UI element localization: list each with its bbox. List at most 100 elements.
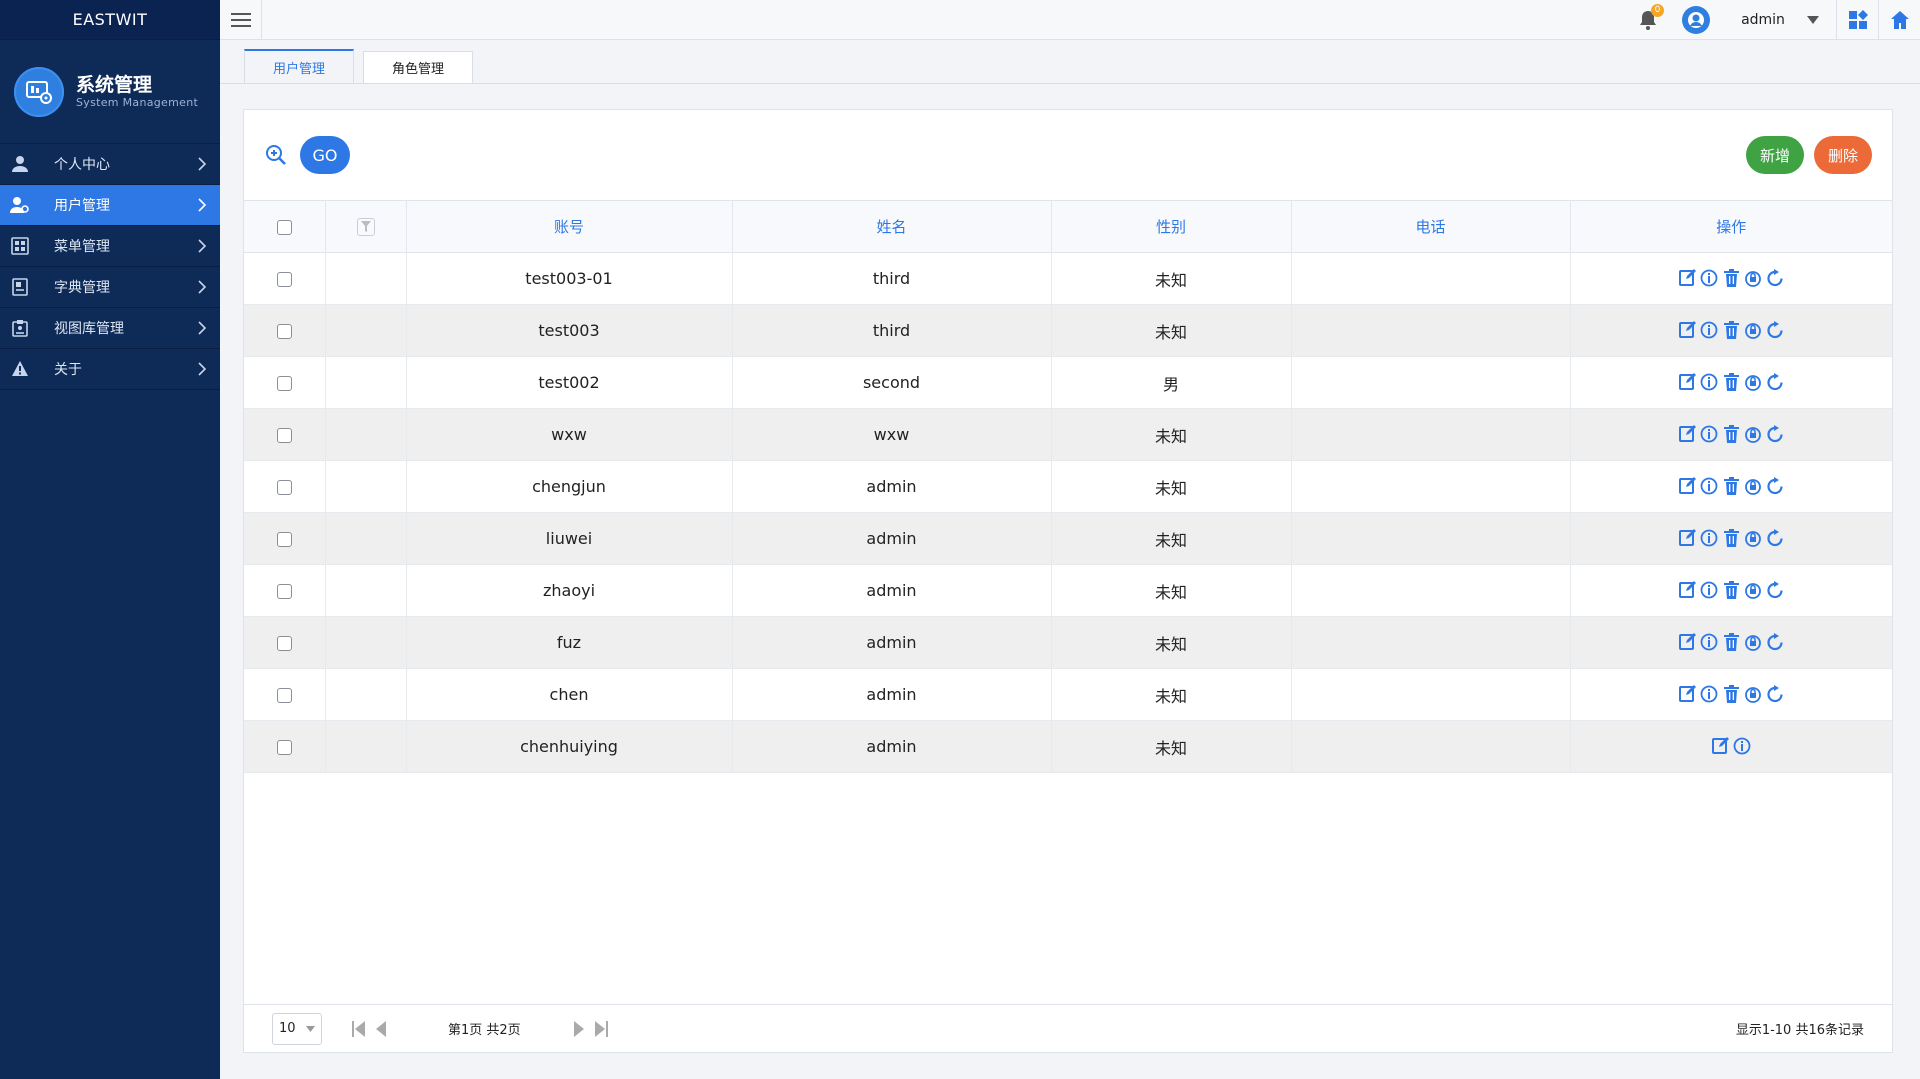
last-page-button[interactable] [590, 1017, 612, 1041]
edit-action-button[interactable] [1678, 475, 1697, 497]
reset-password-action-button[interactable] [1744, 631, 1763, 653]
refresh-action-button[interactable] [1766, 683, 1785, 705]
filter-icon[interactable] [356, 217, 375, 236]
edit-action-button[interactable] [1678, 423, 1697, 445]
avatar[interactable] [1682, 6, 1710, 34]
edit-action-button[interactable] [1678, 631, 1697, 653]
info-action-button[interactable] [1700, 475, 1719, 497]
info-action-button[interactable] [1700, 631, 1719, 653]
edit-action-button[interactable] [1678, 267, 1697, 289]
delete-action-button[interactable] [1722, 527, 1741, 549]
delete-button[interactable]: 删除 [1813, 136, 1872, 174]
reset-password-action-button[interactable] [1744, 371, 1763, 393]
reset-password-action-button[interactable] [1744, 579, 1763, 601]
info-action-button[interactable] [1700, 267, 1719, 289]
app-switcher-button[interactable] [1836, 0, 1878, 40]
previous-page-button[interactable] [370, 1017, 392, 1041]
delete-action-button[interactable] [1722, 267, 1741, 289]
reset-password-action-button[interactable] [1744, 475, 1763, 497]
reset-password-action-button[interactable] [1744, 683, 1763, 705]
info-icon [1700, 321, 1718, 339]
tab-user-management[interactable]: 用户管理 [244, 49, 355, 83]
row-checkbox[interactable] [276, 688, 292, 703]
column-header-phone[interactable]: 电话 [1291, 200, 1571, 253]
delete-action-button[interactable] [1722, 579, 1741, 601]
column-header-account[interactable]: 账号 [406, 200, 733, 253]
info-action-button[interactable] [1700, 579, 1719, 601]
info-action-button[interactable] [1733, 735, 1752, 757]
refresh-action-button[interactable] [1766, 579, 1785, 601]
info-action-button[interactable] [1700, 319, 1719, 341]
delete-action-button[interactable] [1722, 683, 1741, 705]
table-row[interactable]: chen admin 未知 [244, 668, 1892, 721]
table-row[interactable]: wxw wxw 未知 [244, 408, 1892, 461]
info-action-button[interactable] [1700, 527, 1719, 549]
row-checkbox[interactable] [276, 480, 292, 495]
edit-action-button[interactable] [1678, 579, 1697, 601]
add-button[interactable]: 新增 [1745, 136, 1804, 174]
table-row[interactable]: test003 third 未知 [244, 304, 1892, 357]
notification-button[interactable]: 0 [1632, 0, 1664, 40]
reset-password-action-button[interactable] [1744, 319, 1763, 341]
go-button[interactable]: GO [300, 136, 350, 174]
refresh-action-button[interactable] [1766, 631, 1785, 653]
refresh-action-button[interactable] [1766, 319, 1785, 341]
refresh-action-button[interactable] [1766, 527, 1785, 549]
table-row[interactable]: fuz admin 未知 [244, 616, 1892, 669]
row-checkbox[interactable] [276, 324, 292, 339]
zoom-search-icon[interactable] [264, 143, 288, 167]
tab-role-management[interactable]: 角色管理 [363, 51, 474, 83]
table-row[interactable]: chengjun admin 未知 [244, 460, 1892, 513]
info-icon [1700, 633, 1718, 651]
refresh-action-button[interactable] [1766, 267, 1785, 289]
delete-action-button[interactable] [1722, 475, 1741, 497]
page-size-select[interactable]: 10 [272, 1012, 322, 1045]
row-checkbox[interactable] [276, 636, 292, 651]
select-all-checkbox[interactable] [276, 219, 292, 235]
home-button[interactable] [1878, 0, 1920, 40]
row-checkbox[interactable] [276, 584, 292, 599]
sidebar-item-user-management[interactable]: 用户管理 [0, 185, 220, 226]
table-row[interactable]: test002 second 男 [244, 356, 1892, 409]
table-row[interactable]: zhaoyi admin 未知 [244, 564, 1892, 617]
sidebar-item-personal-center[interactable]: 个人中心 [0, 144, 220, 185]
column-header-gender[interactable]: 性别 [1051, 200, 1292, 253]
reset-password-action-button[interactable] [1744, 423, 1763, 445]
user-dropdown-button[interactable] [1798, 0, 1828, 40]
info-action-button[interactable] [1700, 423, 1719, 445]
table-row[interactable]: test003-01 third 未知 [244, 252, 1892, 305]
refresh-action-button[interactable] [1766, 371, 1785, 393]
row-checkbox[interactable] [276, 740, 292, 755]
next-page-button[interactable] [568, 1017, 590, 1041]
info-action-button[interactable] [1700, 371, 1719, 393]
edit-action-button[interactable] [1711, 735, 1730, 757]
row-checkbox[interactable] [276, 272, 292, 287]
cell-gender: 未知 [1051, 720, 1292, 773]
sidebar-item-menu-management[interactable]: 菜单管理 [0, 226, 220, 267]
menu-toggle-button[interactable] [220, 0, 262, 40]
sidebar-item-view-library-management[interactable]: 视图库管理 [0, 308, 220, 349]
row-checkbox[interactable] [276, 428, 292, 443]
reset-password-action-button[interactable] [1744, 527, 1763, 549]
edit-action-button[interactable] [1678, 683, 1697, 705]
delete-action-button[interactable] [1722, 371, 1741, 393]
reset-password-action-button[interactable] [1744, 267, 1763, 289]
refresh-action-button[interactable] [1766, 475, 1785, 497]
row-checkbox[interactable] [276, 532, 292, 547]
table-row[interactable]: liuwei admin 未知 [244, 512, 1892, 565]
refresh-action-button[interactable] [1766, 423, 1785, 445]
sidebar-item-dictionary-management[interactable]: 字典管理 [0, 267, 220, 308]
info-action-button[interactable] [1700, 683, 1719, 705]
column-header-name[interactable]: 姓名 [732, 200, 1052, 253]
sidebar-item-about[interactable]: 关于 [0, 349, 220, 390]
edit-action-button[interactable] [1678, 319, 1697, 341]
delete-action-button[interactable] [1722, 631, 1741, 653]
delete-action-button[interactable] [1722, 423, 1741, 445]
row-checkbox[interactable] [276, 376, 292, 391]
username-label[interactable]: admin [1728, 12, 1798, 28]
delete-action-button[interactable] [1722, 319, 1741, 341]
table-row[interactable]: chenhuiying admin 未知 [244, 720, 1892, 773]
first-page-button[interactable] [348, 1017, 370, 1041]
edit-action-button[interactable] [1678, 527, 1697, 549]
edit-action-button[interactable] [1678, 371, 1697, 393]
